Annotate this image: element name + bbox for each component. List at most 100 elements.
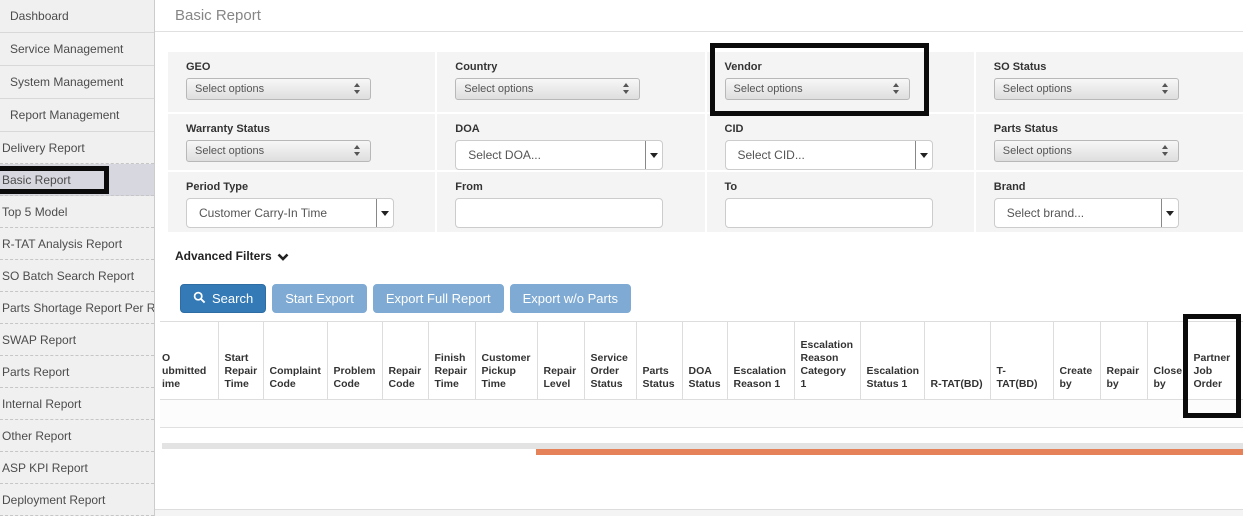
selected-value: Select options [456, 79, 639, 99]
sidebar-item-parts-shortage-report-per-repair[interactable]: Parts Shortage Report Per Repa [0, 292, 154, 324]
selected-value: Select DOA... [456, 141, 662, 169]
updown-caret-icon [1162, 145, 1170, 159]
export-full-report-button[interactable]: Export Full Report [373, 284, 504, 313]
column-header-create-by: Create by [1053, 322, 1100, 400]
sidebar-item-so-batch-search-report[interactable]: SO Batch Search Report [0, 260, 154, 292]
filter-geo-select[interactable]: Select options [186, 78, 371, 100]
column-header-r-tat-bd: R-TAT(BD) [924, 322, 990, 400]
basic-report-page: Dashboard Service Management System Manage… [0, 0, 1243, 516]
filter-cell-vendor: VendorSelect options [707, 52, 974, 112]
sidebar-item-report-management[interactable]: Report Management [0, 99, 154, 132]
sidebar-nav: Dashboard Service Management System Manage… [0, 0, 155, 516]
filter-brand-select[interactable]: Select brand... [994, 198, 1179, 228]
column-header-escalation-reason-category-1: Escalation Reason Category 1 [794, 322, 860, 400]
button-label: Search [212, 291, 253, 306]
filter-label-period-type: Period Type [186, 181, 435, 193]
sidebar-item-other-report[interactable]: Other Report [0, 420, 154, 452]
filter-label-to: To [725, 181, 974, 193]
search-button[interactable]: Search [180, 284, 266, 313]
filter-cell-warranty-status: Warranty Status Select options [168, 114, 435, 170]
sidebar-item-internal-report[interactable]: Internal Report [0, 388, 154, 420]
export-wo-parts-button[interactable]: Export w/o Parts [510, 284, 631, 313]
sidebar-item-label: Report Management [10, 108, 119, 122]
advanced-filters-label: Advanced Filters [175, 249, 272, 263]
sidebar-item-delivery-report[interactable]: Delivery Report [0, 132, 154, 164]
button-label: Start Export [285, 291, 354, 306]
sidebar-item-top-5-model[interactable]: Top 5 Model [0, 196, 154, 228]
sidebar-item-asp-kpi-report[interactable]: ASP KPI Report [0, 452, 154, 484]
button-label: Export Full Report [386, 291, 491, 306]
filter-cell-brand: BrandSelect brand... [976, 172, 1243, 232]
report-table: O ubmitted imeStart Repair TimeComplaint… [160, 321, 1243, 400]
filter-so-status-select[interactable]: Select options [994, 78, 1179, 100]
column-header-complaint-code: Complaint Code [263, 322, 327, 400]
button-label: Export w/o Parts [523, 291, 618, 306]
filter-label-country: Country [455, 61, 704, 73]
dropdown-arrow-icon [376, 199, 393, 227]
table-header-row: O ubmitted imeStart Repair TimeComplaint… [160, 322, 1243, 400]
horizontal-scrollbar-thumb[interactable] [536, 449, 1243, 455]
filter-to-input[interactable] [725, 198, 933, 228]
filter-parts-status-select[interactable]: Select options [994, 140, 1179, 162]
filter-label-geo: GEO [186, 61, 435, 73]
sidebar-item-basic-report[interactable]: Basic Report [0, 164, 154, 196]
sidebar-item-label: Deployment Report [2, 493, 105, 507]
filter-cell-so-status: SO StatusSelect options [976, 52, 1243, 112]
sidebar-item-r-tat-analysis-report[interactable]: R-TAT Analysis Report [0, 228, 154, 260]
filter-country-select[interactable]: Select options [455, 78, 640, 100]
selected-value: Select options [995, 141, 1178, 161]
sidebar-item-label: Parts Report [2, 365, 69, 379]
filter-cell-country: Country Select options [437, 52, 704, 112]
search-icon [193, 291, 206, 307]
column-header-repair-level: Repair Level [537, 322, 584, 400]
selected-value: Select options [726, 79, 909, 99]
selected-value: Select CID... [726, 141, 932, 169]
column-header-start-repair-time: Start Repair Time [218, 322, 263, 400]
sidebar-item-label: ASP KPI Report [2, 461, 88, 475]
sidebar-item-dashboard[interactable]: Dashboard [0, 0, 154, 33]
selected-value: Select options [995, 79, 1178, 99]
column-header-escalation-reason-1: Escalation Reason 1 [727, 322, 794, 400]
filter-from-input[interactable] [455, 198, 663, 228]
column-header-doa-status: DOA Status [682, 322, 727, 400]
filter-vendor-select[interactable]: Select options [725, 78, 910, 100]
sidebar-item-swap-report[interactable]: SWAP Report [0, 324, 154, 356]
column-header-escalation-status-1: Escalation Status 1 [860, 322, 924, 400]
filter-label-cid: CID [725, 123, 974, 135]
footer-strip [155, 509, 1243, 516]
sidebar-item-deployment-report[interactable]: Deployment Report [0, 484, 154, 516]
filter-label-doa: DOA [455, 123, 704, 135]
sidebar-item-label: Service Management [10, 42, 123, 56]
updown-caret-icon [1162, 83, 1170, 97]
column-header-repair-by: Repair by [1100, 322, 1147, 400]
column-header-partner-job-order: Partner Job Order [1187, 322, 1243, 400]
sidebar-item-service-management[interactable]: Service Management [0, 33, 154, 66]
selected-value: Customer Carry-In Time [187, 199, 393, 227]
column-header-service-order-status: Service Order Status [584, 322, 636, 400]
filter-doa-select[interactable]: Select DOA... [455, 140, 663, 170]
filter-cell-period-type: Period Type Customer Carry-In Time [168, 172, 435, 232]
column-header-finish-repair-time: Finish Repair Time [428, 322, 475, 400]
sidebar-item-label: System Management [10, 75, 123, 89]
filter-warranty-status-select[interactable]: Select options [186, 140, 371, 162]
column-header-repair-code: Repair Code [382, 322, 428, 400]
updown-caret-icon [893, 83, 901, 97]
filter-label-warranty-status: Warranty Status [186, 123, 435, 135]
filter-period-type-select[interactable]: Customer Carry-In Time [186, 198, 394, 228]
filter-cell-geo: GEO Select options [168, 52, 435, 112]
column-header-problem-code: Problem Code [327, 322, 382, 400]
filter-cell-parts-status: Parts Status Select options [976, 114, 1243, 170]
filter-cell-doa: DOA Select DOA... [437, 114, 704, 170]
column-header-customer-pickup-time: Customer Pickup Time [475, 322, 537, 400]
sidebar-item-system-management[interactable]: System Management [0, 66, 154, 99]
sidebar-item-label: Internal Report [2, 397, 81, 411]
sidebar-item-label: Basic Report [2, 173, 71, 187]
start-export-button[interactable]: Start Export [272, 284, 367, 313]
dropdown-arrow-icon [645, 141, 662, 169]
selected-value: Select brand... [995, 199, 1178, 227]
advanced-filters-toggle[interactable]: Advanced Filters [175, 249, 289, 263]
filter-label-parts-status: Parts Status [994, 123, 1243, 135]
filter-cid-select[interactable]: Select CID... [725, 140, 933, 170]
updown-caret-icon [354, 145, 362, 159]
sidebar-item-parts-report[interactable]: Parts Report [0, 356, 154, 388]
